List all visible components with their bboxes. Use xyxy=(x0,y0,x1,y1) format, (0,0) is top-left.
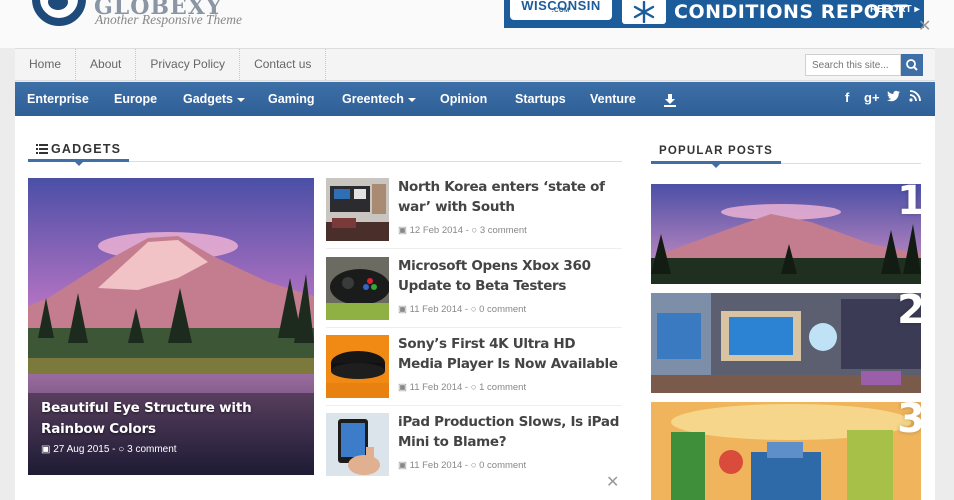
popular-rank: 1 xyxy=(897,184,921,224)
topnav-item-contact[interactable]: Contact us xyxy=(240,49,327,80)
popular-rank: 2 xyxy=(897,293,921,333)
post-thumbnail[interactable] xyxy=(326,178,389,241)
comment-icon: ○ xyxy=(118,444,125,455)
chevron-down-icon xyxy=(237,97,246,102)
popular-rank: 3 xyxy=(897,402,921,442)
search-input[interactable] xyxy=(805,54,901,76)
facebook-icon[interactable]: f xyxy=(845,90,849,105)
featured-post-title[interactable]: Beautiful Eye Structure with Rainbow Col… xyxy=(41,398,291,440)
logo-mark[interactable] xyxy=(32,0,86,26)
divider xyxy=(326,327,622,328)
site-header: GLOBEXY Another Responsive Theme WISCONS… xyxy=(0,0,954,48)
post-title[interactable]: Sony’s First 4K Ultra HD Media Player Is… xyxy=(398,334,624,374)
snowflake-icon xyxy=(622,0,666,24)
twitter-icon[interactable] xyxy=(887,90,901,105)
search-icon xyxy=(906,59,918,71)
topnav-item-privacy[interactable]: Privacy Policy xyxy=(136,49,241,80)
rss-icon[interactable] xyxy=(909,90,921,105)
post-meta: ▣ 12 Feb 2014 - ○ 3 comment xyxy=(398,225,527,236)
popular-post-image xyxy=(651,293,921,393)
download-icon[interactable] xyxy=(663,82,677,116)
featured-post-meta: ▣ 27 Aug 2015 - ○ 3 comment xyxy=(41,444,177,455)
nav-item-europe[interactable]: Europe xyxy=(114,82,157,116)
post-meta: ▣ 11 Feb 2014 - ○ 0 comment xyxy=(398,304,527,315)
main-navigation: Enterprise Europe Gadgets Gaming Greente… xyxy=(15,82,935,116)
list-item[interactable]: iPad Production Slows, Is iPad Mini to B… xyxy=(326,413,622,481)
nav-item-gaming[interactable]: Gaming xyxy=(268,82,315,116)
calendar-icon: ▣ xyxy=(41,444,51,455)
section-title[interactable]: GADGETS xyxy=(28,138,130,166)
post-meta: ▣ 11 Feb 2014 - ○ 1 comment xyxy=(398,382,527,393)
banner-brand: WISCONSIN .COM xyxy=(510,0,612,20)
topnav-item-home[interactable]: Home xyxy=(15,49,77,80)
chevron-down-icon xyxy=(407,97,416,102)
list-item[interactable]: North Korea enters ‘state of war’ with S… xyxy=(326,178,622,246)
gadgets-section-header: GADGETS xyxy=(28,138,622,166)
divider xyxy=(326,248,622,249)
post-title[interactable]: North Korea enters ‘state of war’ with S… xyxy=(398,177,624,217)
ad-banner[interactable]: WISCONSIN .COM CONDITIONS REPORT REPORT … xyxy=(504,0,924,28)
post-title[interactable]: Microsoft Opens Xbox 360 Update to Beta … xyxy=(398,256,624,296)
featured-post[interactable]: Beautiful Eye Structure with Rainbow Col… xyxy=(28,178,314,475)
list-item[interactable]: Sony’s First 4K Ultra HD Media Player Is… xyxy=(326,335,622,403)
banner-cta[interactable]: REPORT ▸ xyxy=(870,4,919,15)
wrench-icon[interactable]: ✕ xyxy=(606,472,619,492)
popular-post-image xyxy=(651,402,921,500)
popular-post[interactable]: 3 xyxy=(651,402,921,500)
site-tagline: Another Responsive Theme xyxy=(95,12,242,27)
wrench-icon[interactable]: ✕ xyxy=(918,16,931,36)
nav-item-enterprise[interactable]: Enterprise xyxy=(27,82,89,116)
popular-post-image xyxy=(651,184,921,284)
post-meta: ▣ 11 Feb 2014 - ○ 0 comment xyxy=(398,460,527,471)
post-thumbnail[interactable] xyxy=(326,335,389,398)
google-plus-icon[interactable]: g+ xyxy=(864,90,880,105)
list-icon xyxy=(36,144,48,154)
post-thumbnail[interactable] xyxy=(326,413,389,476)
post-title[interactable]: iPad Production Slows, Is iPad Mini to B… xyxy=(398,412,624,452)
main-content: GADGETS Beautiful Eye Structure with Rai… xyxy=(15,116,935,500)
nav-item-opinion[interactable]: Opinion xyxy=(440,82,487,116)
list-item[interactable]: Microsoft Opens Xbox 360 Update to Beta … xyxy=(326,257,622,325)
top-navigation: Home About Privacy Policy Contact us xyxy=(15,48,935,81)
popular-post[interactable]: 1 xyxy=(651,184,921,284)
nav-item-venture[interactable]: Venture xyxy=(590,82,636,116)
divider xyxy=(326,405,622,406)
popular-section-header: POPULAR POSTS xyxy=(651,140,921,168)
search-button[interactable] xyxy=(901,54,923,76)
nav-item-gadgets[interactable]: Gadgets xyxy=(183,82,246,116)
topnav-item-about[interactable]: About xyxy=(76,49,137,80)
nav-item-startups[interactable]: Startups xyxy=(515,82,566,116)
section-title[interactable]: POPULAR POSTS xyxy=(651,140,782,168)
nav-item-greentech[interactable]: Greentech xyxy=(342,82,416,116)
popular-post[interactable]: 2 xyxy=(651,293,921,393)
post-thumbnail[interactable] xyxy=(326,257,389,320)
